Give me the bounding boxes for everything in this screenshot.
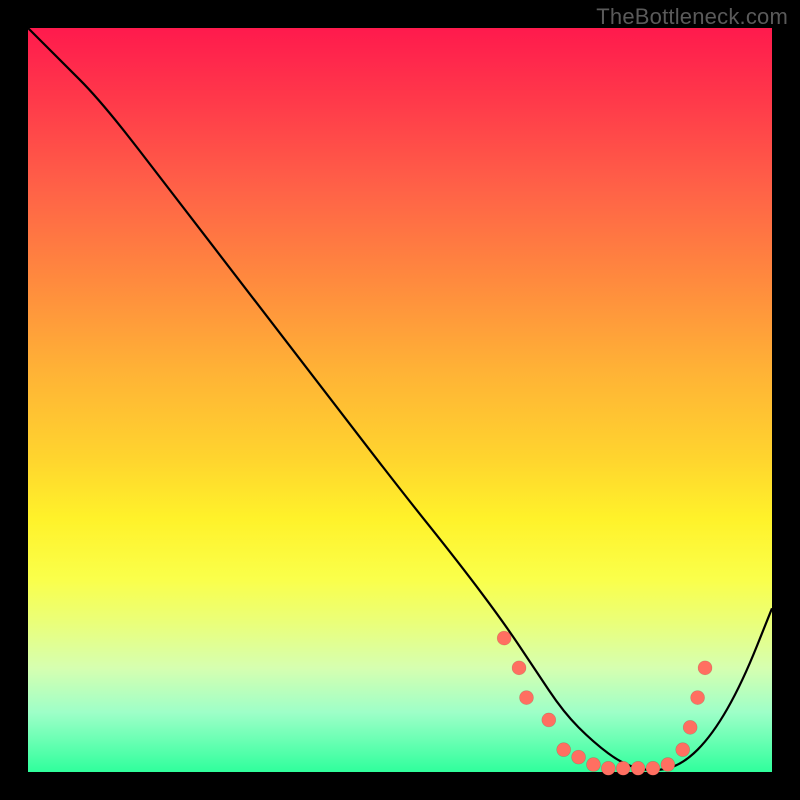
chart-marker: [512, 661, 526, 675]
outer-frame: TheBottleneck.com: [0, 0, 800, 800]
watermark-text: TheBottleneck.com: [596, 4, 788, 30]
chart-marker: [691, 691, 705, 705]
chart-marker: [542, 713, 556, 727]
chart-marker: [698, 661, 712, 675]
chart-plot-area: [28, 28, 772, 772]
chart-marker: [646, 761, 660, 775]
chart-curve: [28, 28, 772, 770]
chart-marker: [683, 720, 697, 734]
chart-marker: [557, 743, 571, 757]
chart-markers: [497, 631, 712, 775]
chart-marker: [572, 750, 586, 764]
chart-svg: [28, 28, 772, 772]
chart-marker: [519, 691, 533, 705]
chart-marker: [497, 631, 511, 645]
chart-marker: [661, 758, 675, 772]
chart-marker: [676, 743, 690, 757]
chart-marker: [631, 761, 645, 775]
chart-marker: [586, 758, 600, 772]
chart-marker: [616, 761, 630, 775]
chart-marker: [601, 761, 615, 775]
